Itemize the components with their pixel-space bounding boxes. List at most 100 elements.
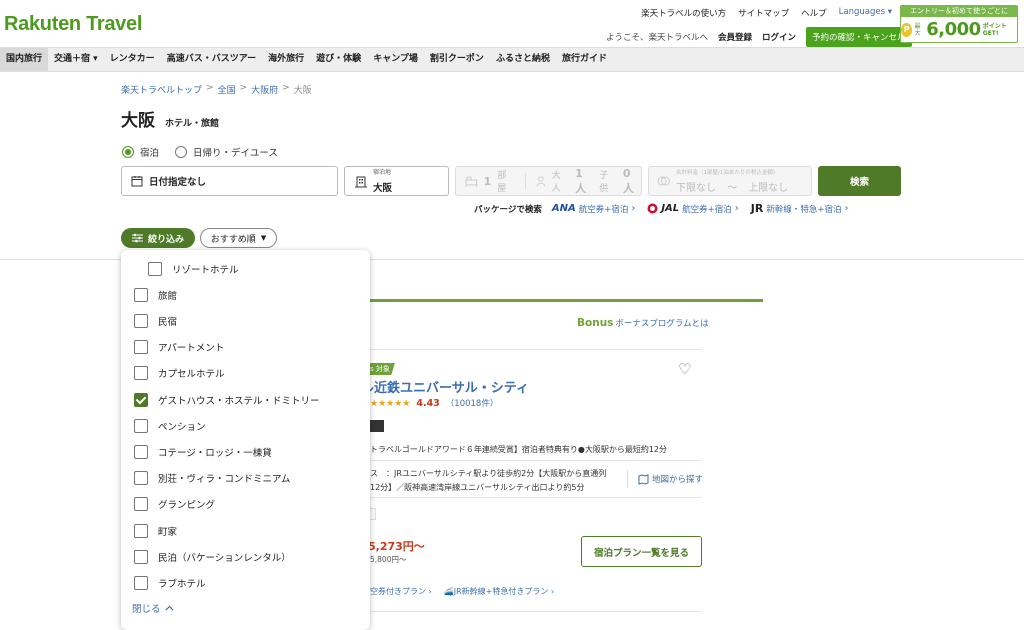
vertical-divider	[627, 470, 628, 488]
close-dropdown-link[interactable]: 閉じる	[132, 601, 174, 615]
nav-domestic-travel[interactable]: 国内旅行	[0, 48, 49, 71]
option-capsule-hotel[interactable]: カプセルホテル	[134, 366, 225, 380]
bonus-program-link[interactable]: Bonus ボーナスプログラムとは	[577, 317, 709, 329]
access-line-1: ス ：JRユニバーサルシティ駅より徒歩約2分【大阪駅から直通列	[370, 469, 607, 478]
field-divider	[524, 173, 526, 189]
help-link[interactable]: ヘルプ	[801, 7, 827, 19]
nav-furusato-tax[interactable]: ふるさと納税	[490, 48, 556, 71]
destination-field[interactable]: 宿泊地 大阪	[344, 166, 449, 196]
destination-text: 宿泊地 大阪	[373, 167, 392, 195]
option-vacation-rental[interactable]: 民泊（バケーションレンタル）	[134, 550, 291, 564]
nav-coupons[interactable]: 割引クーポン	[424, 48, 490, 71]
hotel-name-link[interactable]: ル近鉄ユニバーサル・シティ	[361, 377, 529, 396]
sort-dropdown[interactable]: おすすめ順 ▼	[200, 228, 277, 248]
checkbox-vacation-rental[interactable]	[134, 550, 148, 564]
jr-package-label: 新幹線・特急+宿泊	[766, 204, 842, 215]
person-icon	[536, 175, 546, 186]
option-love-hotel[interactable]: ラブホテル	[134, 576, 206, 590]
checkbox-guesthouse-checked[interactable]	[134, 393, 148, 407]
filter-sliders-icon	[131, 233, 143, 243]
rakuten-travel-logo[interactable]: Rakuten Travel	[4, 13, 142, 36]
checkbox-pension[interactable]	[134, 419, 148, 433]
review-count-link[interactable]: （10018件）	[446, 397, 499, 409]
nav-highway-bus[interactable]: 高速バス・バスツアー	[161, 48, 262, 71]
option-guesthouse[interactable]: ゲストハウス・ホステル・ドミトリー	[134, 393, 320, 407]
checkbox-glamping[interactable]	[134, 497, 148, 511]
login-link[interactable]: ログイン	[762, 31, 796, 43]
nav-overseas-travel[interactable]: 海外旅行	[262, 48, 310, 71]
points-promo-banner[interactable]: エントリー＆初めて使うごとに P 最大 6,000 ポイント GET!	[900, 5, 1018, 43]
option-label: ラブホテル	[158, 579, 206, 590]
radio-overnight-dot[interactable]	[122, 146, 134, 158]
map-search-link[interactable]: 地図から探す	[638, 473, 703, 485]
jal-package-link[interactable]: JAL 航空券+宿泊 ›	[647, 203, 739, 215]
option-cottage[interactable]: コテージ・ロッジ・一棟貸	[134, 445, 272, 459]
option-pension[interactable]: ペンション	[134, 419, 206, 433]
chevron-right-icon: ›	[631, 203, 636, 214]
ana-package-link[interactable]: ANA 航空券+宿泊 ›	[552, 203, 635, 215]
option-minshuku[interactable]: 民宿	[134, 314, 177, 328]
checkbox-machiya[interactable]	[134, 524, 148, 538]
radio-day-use-dot[interactable]	[175, 146, 188, 158]
flight-plan-link[interactable]: 空券付きプラン ›	[370, 586, 432, 597]
option-glamping[interactable]: グランピング	[134, 497, 215, 511]
jr-package-link[interactable]: JR 新幹線・特急+宿泊 ›	[751, 202, 849, 215]
sitemap-link[interactable]: サイトマップ	[738, 7, 789, 19]
price-max: 上限なし	[748, 182, 789, 194]
checkbox-apartment[interactable]	[134, 340, 148, 354]
rooms-guests-field[interactable]: 1 部屋 大人 1人 子供 0人	[455, 166, 642, 196]
checkbox-cottage[interactable]	[134, 445, 148, 459]
filter-button[interactable]: 絞り込み	[121, 228, 195, 248]
option-apartment[interactable]: アパートメント	[134, 340, 224, 354]
checkbox-resort-hotel[interactable]	[148, 262, 162, 276]
bonus-brand: Bonus	[577, 317, 614, 329]
price-range-field[interactable]: 合計料金（1部屋/1泊あたりの税込金額） 下限なし 〜 上限なし	[648, 166, 812, 196]
chevron-right-icon: ›	[844, 203, 849, 214]
package-search-links: パッケージで検索 ANA 航空券+宿泊 › JAL 航空券+宿泊 › JR 新幹…	[474, 202, 855, 215]
breadcrumb-nationwide[interactable]: 全国	[218, 83, 236, 96]
register-link[interactable]: 会員登録	[718, 31, 752, 43]
breadcrumb-current: 大阪	[293, 86, 312, 96]
option-machiya[interactable]: 町家	[134, 524, 177, 538]
nav-activities[interactable]: 遊び・体験	[310, 48, 367, 71]
option-resort-hotel[interactable]: リゾートホテル	[148, 262, 239, 276]
jr-plan-label: JR新幹線+特急付きプラン	[453, 587, 549, 596]
radio-day-use[interactable]: 日帰り・デイユース	[175, 145, 278, 159]
checkbox-minshuku[interactable]	[134, 314, 148, 328]
how-to-use-link[interactable]: 楽天トラベルの使い方	[641, 7, 726, 19]
results-accent-bar	[370, 299, 763, 302]
train-icon: 🚄	[443, 587, 454, 596]
nav-rental-car[interactable]: レンタカー	[104, 48, 161, 71]
reservation-check-button[interactable]: 予約の確認・キャンセル	[806, 27, 912, 47]
option-label: グランピング	[158, 500, 216, 511]
flight-plan-label: 空券付きプラン	[370, 587, 426, 596]
favorite-heart-icon[interactable]: ♡	[678, 360, 691, 378]
date-picker-field[interactable]: 日付指定なし	[121, 166, 338, 196]
card-divider	[370, 460, 702, 461]
option-ryokan[interactable]: 旅館	[134, 288, 177, 302]
checkbox-love-hotel[interactable]	[134, 576, 148, 590]
radio-overnight[interactable]: 宿泊	[122, 145, 159, 159]
breadcrumb-separator: >	[282, 83, 290, 93]
breadcrumb-top[interactable]: 楽天トラベルトップ	[121, 83, 202, 96]
breadcrumb-osaka-pref[interactable]: 大阪府	[251, 83, 278, 96]
view-plans-button[interactable]: 宿泊プラン一覧を見る	[581, 536, 702, 567]
checkbox-ryokan[interactable]	[134, 288, 148, 302]
option-villa[interactable]: 別荘・ヴィラ・コンドミニアム	[134, 471, 290, 485]
checkbox-capsule-hotel[interactable]	[134, 366, 148, 380]
nav-transport-hotel[interactable]: 交通＋宿 ▾	[48, 48, 104, 71]
card-divider	[370, 611, 702, 612]
hotel-description: トラベルゴールドアワード６年連続受賞】宿泊者特典有り●大阪駅から最短約12分	[370, 445, 667, 454]
checkbox-villa[interactable]	[134, 471, 148, 485]
jr-plan-link[interactable]: 🚄JR新幹線+特急付きプラン ›	[444, 586, 554, 597]
nav-campsites[interactable]: キャンプ場	[367, 48, 424, 71]
nav-travel-guide[interactable]: 旅行ガイド	[556, 48, 613, 71]
languages-dropdown[interactable]: Languages ▾	[839, 7, 892, 19]
card-divider	[370, 349, 702, 350]
accommodation-type-dropdown: リゾートホテル 旅館 民宿 アパートメント カプセルホテル ゲストハウス・ホステ…	[121, 250, 370, 630]
rooms-count: 1	[483, 174, 492, 188]
search-button[interactable]: 検索	[818, 166, 901, 196]
welcome-bar: ようこそ、楽天トラベルへ 会員登録 ログイン 予約の確認・キャンセル	[606, 27, 912, 47]
jr-logo: JR	[750, 202, 764, 215]
caret-down-icon: ▼	[260, 234, 267, 242]
